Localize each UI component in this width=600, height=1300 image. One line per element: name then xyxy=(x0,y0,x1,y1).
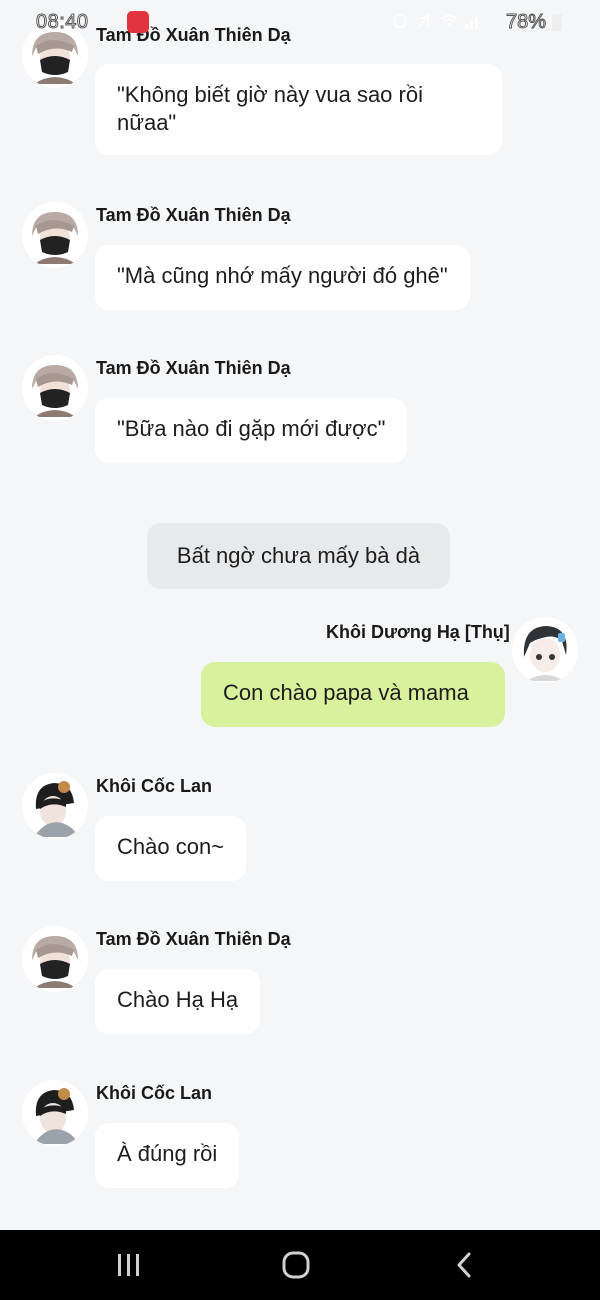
battery-percent: 78% xyxy=(505,11,547,34)
message-bubble[interactable]: Chào con~ xyxy=(95,816,247,881)
message-bubble-mine[interactable]: Con chào papa và mama xyxy=(201,662,505,727)
avatar-dark-hair-boy[interactable] xyxy=(512,617,578,683)
back-icon xyxy=(457,1252,471,1278)
message-bubble[interactable]: "Không biết giờ này vua sao rồi nữaa" xyxy=(95,64,502,155)
mangatoon-app-icon xyxy=(127,11,149,33)
wifi-icon xyxy=(440,12,458,30)
back-button[interactable] xyxy=(424,1230,504,1300)
sender-name: Tam Đồ Xuân Thiên Dạ xyxy=(96,358,291,378)
system-message: Bất ngờ chưa mấy bà dà xyxy=(147,523,450,589)
status-icons xyxy=(392,12,480,30)
avatar-masked-gray-hair[interactable] xyxy=(22,202,88,268)
chat-screen: 08:40 78% Tam Đồ Xuân Thiên Dạ "Không bi… xyxy=(0,0,600,1300)
sender-name: Khôi Dương Hạ [Thụ] xyxy=(326,622,510,642)
sender-name: Tam Đồ Xuân Thiên Dạ xyxy=(96,205,291,225)
home-icon xyxy=(282,1251,310,1279)
navigation-bar xyxy=(0,1230,600,1300)
alarm-icon xyxy=(392,12,408,30)
recent-apps-button[interactable] xyxy=(89,1230,169,1300)
avatar-black-hair-bun[interactable] xyxy=(22,1080,88,1146)
signal-icon xyxy=(464,12,480,30)
mute-icon xyxy=(416,12,432,30)
message-bubble[interactable]: "Bữa nào đi gặp mới được" xyxy=(95,398,408,463)
recent-apps-icon xyxy=(118,1254,139,1276)
message-bubble[interactable]: "Mà cũng nhớ mấy người đó ghê" xyxy=(95,245,470,310)
avatar-masked-gray-hair[interactable] xyxy=(22,355,88,421)
avatar-masked-gray-hair[interactable] xyxy=(22,926,88,992)
message-bubble[interactable]: À đúng rồi xyxy=(95,1123,240,1188)
message-bubble[interactable]: Chào Hạ Hạ xyxy=(95,969,261,1034)
status-time: 08:40 xyxy=(36,11,89,34)
sender-name: Khôi Cốc Lan xyxy=(96,776,212,796)
sender-name: Khôi Cốc Lan xyxy=(96,1083,212,1103)
avatar-black-hair-bun[interactable] xyxy=(22,773,88,839)
home-button[interactable] xyxy=(256,1230,336,1300)
sender-name: Tam Đồ Xuân Thiên Dạ xyxy=(96,929,291,949)
battery-icon xyxy=(552,14,562,31)
status-bar: 08:40 78% xyxy=(0,0,600,44)
